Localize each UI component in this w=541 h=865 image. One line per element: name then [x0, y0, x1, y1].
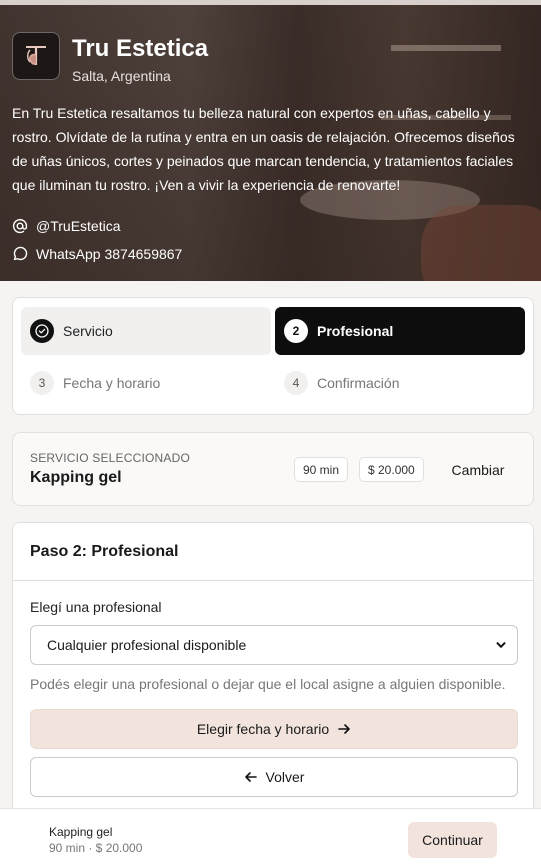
bottom-summary-bar: Kapping gel 90 min · $ 20.000 Continuar	[0, 808, 541, 865]
back-button[interactable]: Volver	[30, 757, 518, 797]
professional-field-label: Elegí una profesional	[30, 599, 162, 615]
summary-service-meta: 90 min · $ 20.000	[49, 841, 143, 855]
selected-service-kicker: SERVICIO SELECCIONADO	[30, 451, 191, 465]
professional-step-panel: Paso 2: Profesional Elegí una profesiona…	[12, 522, 534, 842]
whatsapp-number: WhatsApp 3874659867	[36, 246, 183, 262]
hero-background-decoration	[391, 45, 501, 51]
step-label: Fecha y horario	[63, 375, 161, 391]
business-logo	[12, 32, 60, 80]
message-circle-icon	[13, 246, 28, 261]
step-label: Confirmación	[317, 375, 400, 391]
professional-select[interactable]: Cualquier profesional disponible	[30, 625, 518, 665]
selected-service-card: SERVICIO SELECCIONADO Kapping gel 90 min…	[12, 432, 534, 506]
step-label: Profesional	[317, 323, 394, 339]
price-badge: $ 20.000	[359, 457, 424, 482]
professional-select-value: Cualquier profesional disponible	[47, 637, 247, 653]
check-circle-icon	[30, 319, 54, 343]
step-number: 4	[284, 371, 308, 395]
selected-service-name: Kapping gel	[30, 469, 122, 486]
summary-service-name: Kapping gel	[49, 825, 113, 839]
professional-hint: Podés elegir una profesional o dejar que…	[30, 676, 506, 692]
step-fecha-horario[interactable]: 3 Fecha y horario	[21, 359, 271, 407]
business-description: En Tru Estetica resaltamos tu belleza na…	[12, 105, 515, 193]
business-name: Tru Estetica	[72, 35, 209, 62]
step-confirmacion[interactable]: 4 Confirmación	[275, 359, 525, 407]
divider	[13, 580, 533, 581]
arrow-left-icon	[244, 772, 257, 782]
change-service-button[interactable]: Cambiar	[435, 455, 521, 485]
business-hero: Tru Estetica Salta, Argentina En Tru Est…	[0, 5, 541, 281]
at-sign-icon	[12, 218, 28, 234]
arrow-right-icon	[338, 724, 350, 734]
logo-monogram-icon	[26, 46, 46, 65]
button-label: Volver	[265, 769, 305, 785]
instagram-link[interactable]: @TruEstetica	[12, 218, 121, 234]
step-number: 3	[30, 371, 54, 395]
continue-button[interactable]: Continuar	[408, 822, 497, 858]
hero-background-decoration	[421, 205, 541, 281]
booking-stepper: Servicio 2 Profesional 3 Fecha y horario…	[12, 297, 534, 415]
chevron-down-icon	[496, 642, 506, 648]
button-label: Elegir fecha y horario	[196, 721, 330, 737]
duration-badge: 90 min	[294, 457, 349, 482]
step-number: 2	[284, 319, 308, 343]
business-location: Salta, Argentina	[72, 68, 171, 84]
whatsapp-link[interactable]: WhatsApp 3874659867	[12, 246, 182, 262]
step-servicio[interactable]: Servicio	[21, 307, 271, 355]
instagram-handle: @TruEstetica	[36, 218, 121, 234]
choose-date-time-button[interactable]: Elegir fecha y horario	[30, 709, 518, 749]
step-profesional[interactable]: 2 Profesional	[275, 307, 525, 355]
step-label: Servicio	[63, 323, 113, 339]
panel-title: Paso 2: Profesional	[30, 543, 179, 560]
